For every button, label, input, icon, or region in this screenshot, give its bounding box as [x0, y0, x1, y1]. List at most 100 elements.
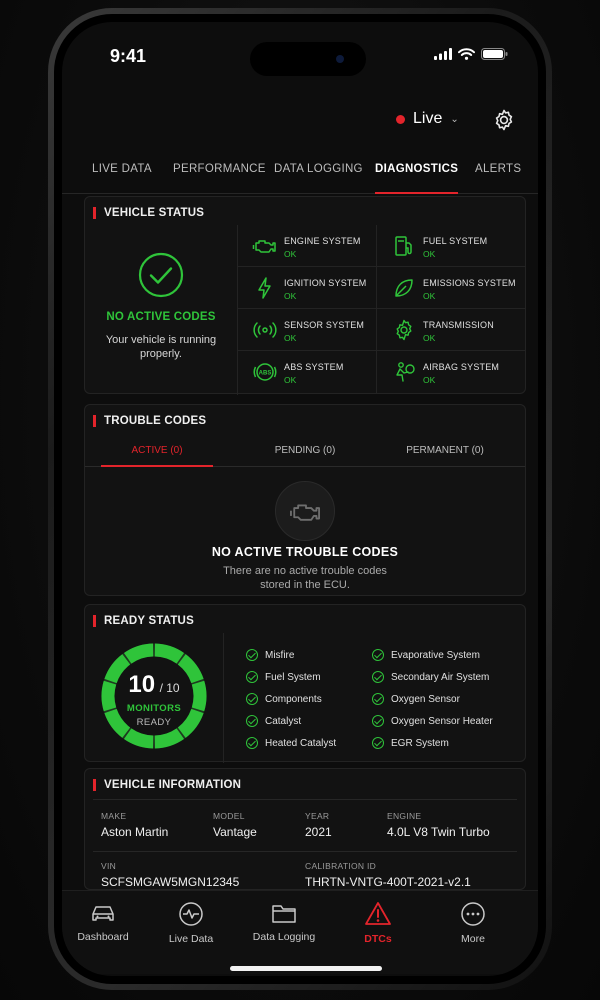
- vehicle-status-title: VEHICLE STATUS: [93, 207, 204, 219]
- trouble-codes-title: TROUBLE CODES: [93, 415, 206, 427]
- more-icon: [461, 902, 485, 926]
- tab-permanent-codes[interactable]: PERMANENT (0): [389, 445, 501, 456]
- svg-text:ABS: ABS: [259, 371, 272, 377]
- system-ignition[interactable]: IGNITION SYSTEM OK: [238, 267, 376, 309]
- ready-count: 10: [128, 671, 156, 698]
- dynamic-island: [250, 42, 366, 76]
- nav-label: Dashboard: [77, 931, 129, 943]
- system-fuel[interactable]: FUEL SYSTEM OK: [376, 225, 526, 267]
- ready-status-title: READY STATUS: [93, 615, 194, 627]
- calibration-value: THRTN-VNTG-400T-2021-v2.1: [305, 875, 471, 889]
- check-icon: [246, 715, 258, 727]
- system-name: TRANSMISSION: [423, 320, 494, 330]
- live-selector[interactable]: Live ⌄: [396, 110, 459, 128]
- home-indicator[interactable]: [230, 966, 382, 971]
- system-name: ABS SYSTEM: [284, 362, 344, 372]
- nav-dashboard[interactable]: Dashboard: [63, 901, 143, 943]
- leaf-icon: [395, 279, 413, 297]
- system-status: OK: [423, 249, 436, 259]
- chevron-down-icon: ⌄: [450, 113, 459, 125]
- monitor-label: Heated Catalyst: [265, 737, 337, 749]
- nav-data-logging[interactable]: Data Logging: [244, 901, 324, 943]
- tab-pending-codes[interactable]: PENDING (0): [249, 445, 361, 456]
- check-icon: [372, 671, 384, 683]
- system-sensor[interactable]: SENSOR SYSTEM OK: [238, 309, 376, 351]
- tab-data-logging[interactable]: DATA LOGGING: [274, 160, 363, 194]
- system-name: AIRBAG SYSTEM: [423, 362, 500, 372]
- settings-gear-icon[interactable]: [492, 108, 516, 132]
- model-value: Vantage: [213, 825, 257, 839]
- make-value: Aston Martin: [101, 825, 169, 839]
- vin-label: VIN: [101, 861, 117, 871]
- warning-triangle-icon: [365, 902, 391, 925]
- system-transmission[interactable]: TRANSMISSION OK: [376, 309, 526, 351]
- year-label: YEAR: [305, 811, 330, 821]
- vehicle-status-card: VEHICLE STATUS NO ACTIVE CODES Your vehi…: [84, 196, 526, 395]
- system-abs[interactable]: ABS ABS SYSTEM OK: [238, 351, 376, 393]
- calibration-label: CALIBRATION ID: [305, 861, 377, 871]
- system-status: OK: [423, 291, 436, 301]
- vehicle-information-title: VEHICLE INFORMATION: [93, 779, 241, 791]
- divider: [93, 799, 517, 800]
- lightning-icon: [258, 277, 271, 299]
- monitor-label: Evaporative System: [391, 649, 480, 661]
- check-icon: [246, 671, 258, 683]
- empty-desc-line2: stored in the ECU.: [260, 579, 350, 591]
- nav-more[interactable]: More: [433, 901, 513, 945]
- monitor-label: Catalyst: [265, 715, 302, 727]
- live-label: Live: [413, 110, 443, 127]
- abs-icon: ABS: [253, 363, 277, 381]
- tab-performance[interactable]: PERFORMANCE: [173, 160, 266, 194]
- monitor-label: Misfire: [265, 649, 295, 661]
- airbag-icon: [396, 362, 415, 382]
- engine-label: ENGINE: [387, 811, 422, 821]
- system-airbag[interactable]: AIRBAG SYSTEM OK: [376, 351, 526, 393]
- check-icon: [246, 649, 258, 661]
- empty-state-description: There are no active trouble codes stored…: [85, 564, 525, 592]
- tab-alerts[interactable]: ALERTS: [475, 160, 521, 194]
- sensor-wave-icon: [253, 322, 277, 338]
- monitor-item: Secondary Air System: [372, 671, 489, 683]
- pulse-icon: [179, 902, 203, 926]
- status-bar: 9:41: [62, 22, 538, 78]
- nav-live-data[interactable]: Live Data: [151, 901, 231, 945]
- monitor-item: Components: [246, 693, 322, 705]
- engine-value: 4.0L V8 Twin Turbo: [387, 825, 490, 839]
- monitor-label: Secondary Air System: [391, 671, 490, 683]
- signal-icon: [434, 48, 452, 60]
- monitors-count: 10 / 10: [99, 671, 209, 699]
- app-screen: 9:41 Live ⌄ LIVE DATA PERFORMANCE DATA L…: [62, 22, 538, 976]
- check-icon: [246, 737, 258, 749]
- system-engine[interactable]: ENGINE SYSTEM OK: [238, 225, 376, 267]
- nav-label: DTCs: [364, 933, 392, 945]
- ring-segment: [123, 728, 154, 749]
- monitor-label: Components: [265, 693, 322, 705]
- system-emissions[interactable]: EMISSIONS SYSTEM OK: [376, 267, 526, 309]
- status-time: 9:41: [110, 46, 147, 66]
- system-name: IGNITION SYSTEM: [284, 278, 367, 288]
- main-tabs: LIVE DATA PERFORMANCE DATA LOGGING DIAGN…: [62, 160, 538, 194]
- monitor-item: Fuel System: [246, 671, 321, 683]
- tab-diagnostics[interactable]: DIAGNOSTICS: [375, 160, 459, 194]
- fuel-pump-icon: [395, 236, 412, 256]
- nav-label: Data Logging: [252, 931, 316, 943]
- system-name: SENSOR SYSTEM: [284, 320, 365, 330]
- active-tab-underline: [101, 465, 213, 467]
- tab-active-codes[interactable]: ACTIVE (0): [101, 445, 213, 456]
- monitor-item: Catalyst: [246, 715, 301, 727]
- phone-bezel: 9:41 Live ⌄ LIVE DATA PERFORMANCE DATA L…: [54, 14, 546, 984]
- nav-dtcs[interactable]: DTCs: [338, 901, 418, 945]
- monitor-label: EGR System: [391, 737, 449, 749]
- folder-icon: [272, 905, 296, 923]
- tab-live-data[interactable]: LIVE DATA: [92, 160, 152, 194]
- ready-label: READY: [136, 717, 172, 728]
- monitors-label: MONITORS: [126, 703, 182, 714]
- system-status: OK: [423, 375, 436, 385]
- monitor-item: Heated Catalyst: [246, 737, 336, 749]
- monitors-ring: 10 / 10 MONITORS READY: [99, 641, 209, 751]
- monitor-item: EGR System: [372, 737, 449, 749]
- monitor-item: Evaporative System: [372, 649, 480, 661]
- system-status: OK: [423, 333, 436, 343]
- phone-frame: 9:41 Live ⌄ LIVE DATA PERFORMANCE DATA L…: [48, 8, 552, 990]
- car-icon: [92, 906, 114, 921]
